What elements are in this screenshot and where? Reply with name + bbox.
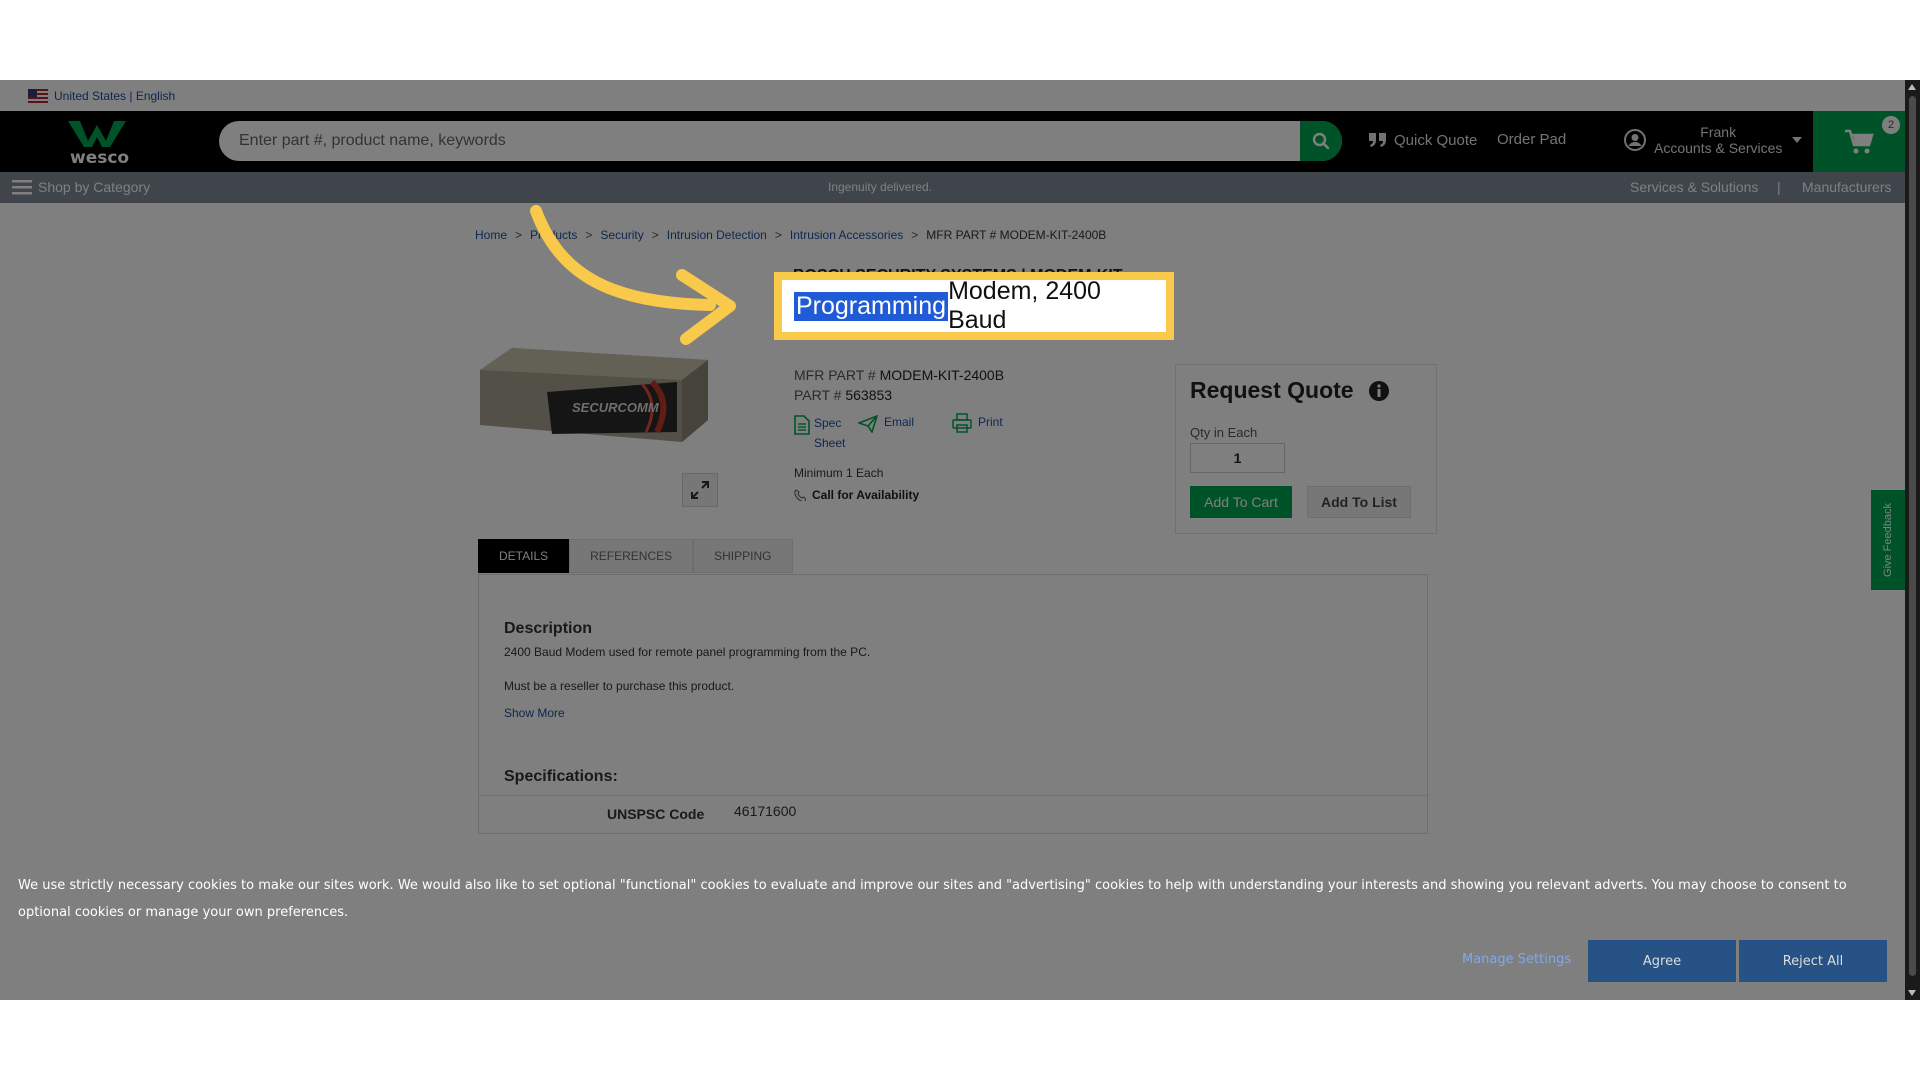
quote-icon <box>1369 133 1386 147</box>
reseller-note: Must be a reseller to purchase this prod… <box>504 679 735 693</box>
spec-sheet-link[interactable]: Spec Sheet <box>794 415 860 453</box>
expand-icon <box>691 481 709 499</box>
add-to-cart-button[interactable]: Add To Cart <box>1190 486 1292 518</box>
manufacturers-link[interactable]: Manufacturers <box>1802 179 1891 195</box>
manage-settings-link[interactable]: Manage Settings <box>1462 952 1571 967</box>
request-quote-panel: Request Quote Qty in Each Add To Cart Ad… <box>1175 364 1437 534</box>
account-label: Accounts & Services <box>1654 140 1783 156</box>
send-icon <box>858 415 878 433</box>
chevron-down-icon <box>1792 137 1803 143</box>
breadcrumb-separator: > <box>911 228 919 242</box>
annotation-arrow-icon <box>530 205 736 345</box>
breadcrumb-current: MFR PART # MODEM-KIT-2400B <box>926 228 1107 242</box>
agree-button[interactable]: Agree <box>1588 940 1736 982</box>
scrollbar-thumb[interactable] <box>1909 96 1916 976</box>
part-label: PART # <box>794 387 842 403</box>
reject-all-button[interactable]: Reject All <box>1739 940 1887 982</box>
subnav-bar: Shop by Category Ingenuity delivered. Se… <box>0 172 1905 203</box>
tab-details[interactable]: DETAILS <box>478 539 570 573</box>
scroll-down-icon[interactable] <box>1908 990 1916 996</box>
subnav-separator: | <box>1777 179 1781 195</box>
product-title: Programming Modem, 2400 Baud <box>774 272 1174 340</box>
minimum-quantity: Minimum 1 Each <box>794 466 884 480</box>
spec-value: 46171600 <box>734 803 797 819</box>
qty-label: Qty in Each <box>1190 425 1258 440</box>
request-quote-label: Request Quote <box>1190 377 1354 403</box>
hamburger-menu-icon <box>12 180 32 195</box>
availability: Call for Availability <box>794 488 919 502</box>
part-info: MFR PART # MODEM-KIT-2400B PART # 563853 <box>794 365 1004 405</box>
cart-count-badge: 2 <box>1882 116 1900 134</box>
email-label: Email <box>884 415 915 429</box>
order-pad-label: Order Pad <box>1497 131 1567 148</box>
give-feedback-tab[interactable]: Give Feedback <box>1871 490 1905 590</box>
product-image-label: SECURCOMM <box>572 400 660 415</box>
email-link[interactable]: Email <box>858 415 914 433</box>
browser-viewport: United States | English wesco Quick Quot… <box>0 80 1920 1000</box>
cookie-consent-text: We use strictly necessary cookies to mak… <box>18 878 1847 920</box>
mfr-part-label: MFR PART # <box>794 367 876 383</box>
shop-by-category-button[interactable]: Shop by Category <box>12 179 150 195</box>
phone-icon <box>794 489 806 501</box>
wesco-logo[interactable]: wesco <box>66 119 136 168</box>
shop-by-category-label: Shop by Category <box>38 179 151 195</box>
details-panel: Description 2400 Baud Modem used for rem… <box>478 574 1428 834</box>
us-flag-icon <box>28 88 48 103</box>
product-image[interactable]: SECURCOMM <box>472 330 712 450</box>
user-icon <box>1624 129 1646 151</box>
printer-icon <box>952 413 972 433</box>
spec-sheet-label: Spec Sheet <box>814 416 846 450</box>
cart-icon <box>1845 129 1874 153</box>
specifications-heading: Specifications: <box>504 768 618 785</box>
breadcrumb-separator: > <box>515 228 523 242</box>
qty-input[interactable] <box>1190 443 1285 473</box>
print-link[interactable]: Print <box>952 413 1003 433</box>
breadcrumb-intrusion-accessories[interactable]: Intrusion Accessories <box>790 228 903 242</box>
quick-quote-label: Quick Quote <box>1394 131 1478 149</box>
search-input[interactable] <box>219 132 1259 150</box>
description-heading: Description <box>504 620 593 637</box>
document-icon <box>794 415 810 435</box>
description-text: 2400 Baud Modem used for remote panel pr… <box>504 645 871 659</box>
search-bar <box>219 121 1342 161</box>
product-title-rest: Modem, 2400 Baud <box>948 277 1101 334</box>
print-label: Print <box>978 415 1003 429</box>
info-icon[interactable] <box>1368 380 1390 402</box>
tab-shipping[interactable]: SHIPPING <box>693 539 793 573</box>
vertical-scrollbar[interactable] <box>1905 80 1920 1000</box>
tagline: Ingenuity delivered. <box>828 180 933 194</box>
mfr-part-value: MODEM-KIT-2400B <box>879 367 1005 383</box>
breadcrumb-separator: > <box>774 228 782 242</box>
availability-label: Call for Availability <box>812 488 920 502</box>
spec-key: UNSPSC Code <box>607 806 705 822</box>
show-more-link[interactable]: Show More <box>504 706 565 720</box>
give-feedback-label: Give Feedback <box>1882 503 1895 577</box>
search-button[interactable] <box>1300 121 1342 161</box>
locale-bar[interactable]: United States | English <box>0 80 1905 111</box>
breadcrumb-home[interactable]: Home <box>475 228 507 242</box>
services-solutions-link[interactable]: Services & Solutions <box>1630 179 1758 195</box>
product-tabs: DETAILS REFERENCES SHIPPING <box>478 539 793 573</box>
tab-references[interactable]: REFERENCES <box>569 539 694 573</box>
wesco-logo-mark-icon <box>68 121 126 147</box>
order-pad-link[interactable]: Order Pad <box>1497 131 1566 148</box>
cart-button[interactable]: 2 <box>1813 111 1905 172</box>
modal-dim-overlay <box>0 80 1905 1000</box>
account-name: Frank <box>1700 124 1737 140</box>
quick-quote-link[interactable]: Quick Quote <box>1368 131 1477 149</box>
product-title-selected-text: Programming <box>794 291 949 321</box>
part-value: 563853 <box>845 387 893 403</box>
locale-label[interactable]: United States | English <box>54 89 175 103</box>
spec-row: UNSPSC Code 46171600 <box>479 795 1427 833</box>
scroll-up-icon[interactable] <box>1908 84 1916 90</box>
search-icon <box>1312 132 1330 150</box>
account-menu[interactable]: Frank Accounts & Services <box>1624 124 1803 156</box>
logo-text: wesco <box>70 148 130 168</box>
expand-image-button[interactable] <box>682 473 718 507</box>
add-to-list-button[interactable]: Add To List <box>1307 486 1411 518</box>
site-header: wesco Quick Quote Order Pad <box>0 111 1905 172</box>
request-quote-title: Request Quote <box>1190 377 1390 404</box>
